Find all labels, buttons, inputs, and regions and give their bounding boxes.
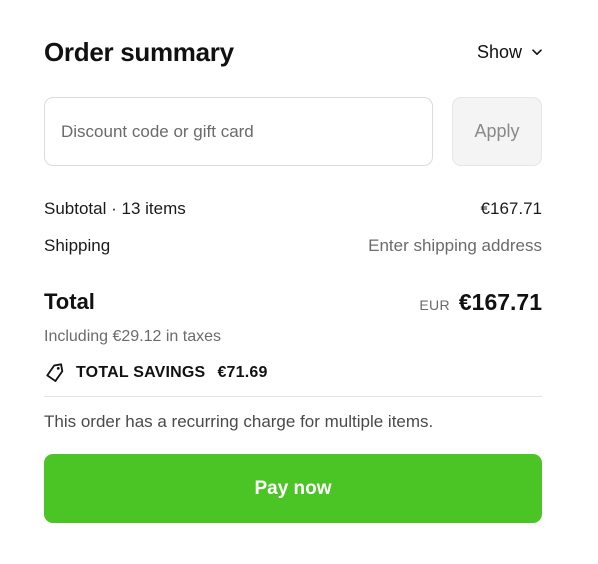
taxes-note: Including €29.12 in taxes — [44, 328, 222, 345]
currency-code: EUR — [419, 296, 450, 313]
tag-icon — [46, 363, 64, 382]
order-summary-header: Order summary Show — [44, 34, 542, 70]
total-amount: EUR €167.71 — [419, 289, 542, 316]
subtotal-row: Subtotal · 13 items €167.71 — [44, 198, 542, 220]
subtotal-label: Subtotal · 13 items — [44, 199, 186, 218]
apply-button[interactable]: Apply — [452, 97, 542, 166]
savings-label: TOTAL SAVINGS — [76, 364, 206, 381]
chevron-down-icon — [532, 48, 542, 55]
shipping-label: Shipping — [44, 236, 111, 255]
show-toggle-label: Show — [476, 41, 522, 62]
total-value: €167.71 — [458, 288, 542, 315]
recurring-charge-note: This order has a recurring charge for mu… — [44, 412, 434, 431]
subtotal-value: €167.71 — [480, 199, 542, 218]
show-toggle[interactable]: Show — [477, 42, 542, 63]
divider — [44, 396, 542, 397]
shipping-value: Enter shipping address — [368, 236, 542, 255]
total-row: Total EUR €167.71 — [44, 287, 542, 317]
total-label: Total — [44, 289, 95, 314]
total-savings: TOTAL SAVINGS €71.69 — [44, 362, 268, 384]
page-title: Order summary — [44, 36, 234, 67]
shipping-row: Shipping Enter shipping address — [44, 235, 542, 257]
pay-now-button[interactable]: Pay now — [44, 454, 542, 523]
savings-amount: €71.69 — [217, 364, 268, 381]
discount-code-input[interactable] — [44, 97, 433, 166]
discount-row: Apply — [44, 97, 542, 166]
